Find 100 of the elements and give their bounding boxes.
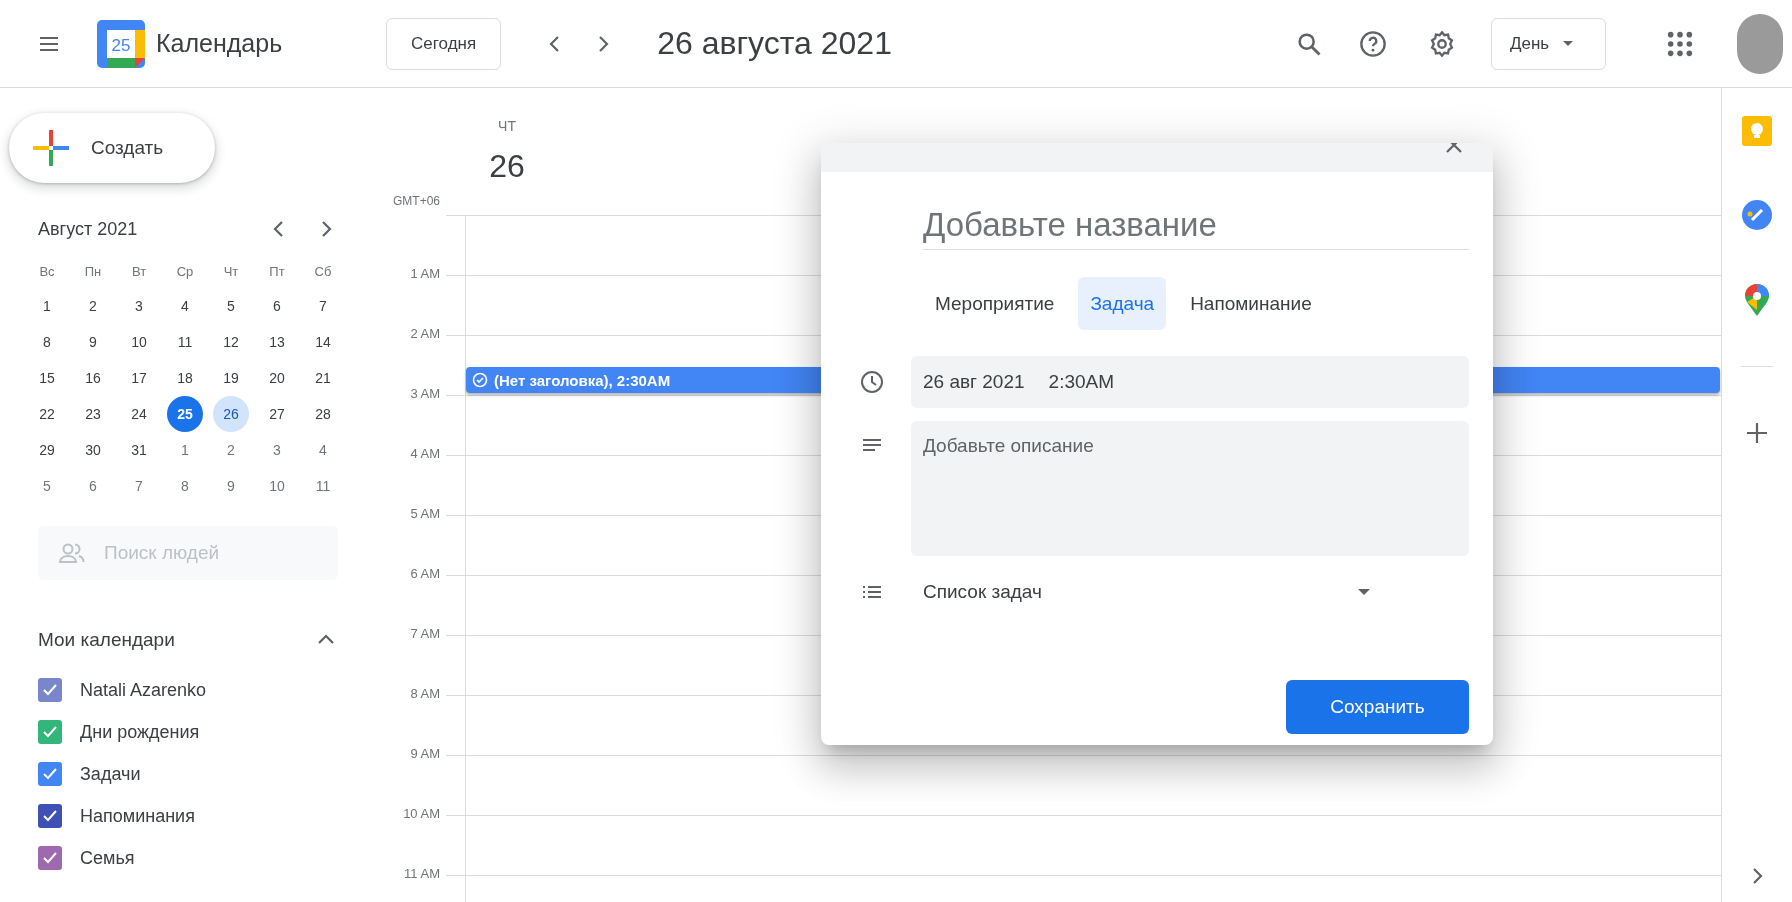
- calendar-day[interactable]: 2: [75, 288, 111, 324]
- time-value[interactable]: 2:30AM: [1048, 371, 1115, 393]
- save-button[interactable]: Сохранить: [1286, 680, 1469, 734]
- calendar-day[interactable]: 2: [213, 432, 249, 468]
- calendar-day[interactable]: 21: [305, 360, 341, 396]
- timezone-label: GMT+06: [393, 194, 440, 208]
- task-check-icon[interactable]: [1742, 200, 1772, 230]
- calendar-day[interactable]: 1: [29, 288, 65, 324]
- weekday-label: Чт: [223, 263, 239, 279]
- calendar-day[interactable]: 22: [29, 396, 65, 432]
- weekday-label: Вс: [39, 263, 55, 279]
- calendar-day[interactable]: 10: [121, 324, 157, 360]
- calendar-name: Дни рождения: [80, 721, 200, 743]
- calendar-day[interactable]: 7: [305, 288, 341, 324]
- calendar-day[interactable]: 27: [259, 396, 295, 432]
- weekday-label: Пн: [84, 263, 102, 279]
- calendar-day[interactable]: 6: [259, 288, 295, 324]
- calendar-day[interactable]: 5: [213, 288, 249, 324]
- calendar-day[interactable]: 24: [121, 396, 157, 432]
- calendar-checkbox[interactable]: [38, 720, 62, 744]
- hour-label: 10 AM: [403, 806, 440, 821]
- calendar-day[interactable]: 3: [121, 288, 157, 324]
- day-number[interactable]: 26: [489, 148, 525, 185]
- calendar-day[interactable]: 1: [167, 432, 203, 468]
- map-pin-icon[interactable]: [1744, 284, 1770, 316]
- hour-label: 5 AM: [410, 506, 440, 521]
- task-list-select[interactable]: Список задач: [923, 581, 1358, 603]
- calendar-day[interactable]: 3: [259, 432, 295, 468]
- hour-label: 4 AM: [410, 446, 440, 461]
- section-title: Мои календари: [38, 629, 176, 651]
- clock-icon: [860, 370, 884, 394]
- calendar-name: Natali Azarenko: [80, 679, 207, 701]
- add-icon[interactable]: [1746, 422, 1768, 444]
- calendar-day[interactable]: 7: [121, 468, 157, 504]
- calendar-day[interactable]: 8: [167, 468, 203, 504]
- calendar-day[interactable]: 23: [75, 396, 111, 432]
- calendar-day[interactable]: 20: [259, 360, 295, 396]
- hour-label: 9 AM: [410, 746, 440, 761]
- calendar-day[interactable]: 29: [29, 432, 65, 468]
- avatar[interactable]: [1737, 13, 1783, 74]
- calendar-checkbox[interactable]: [38, 804, 62, 828]
- calendar-day[interactable]: 5: [29, 468, 65, 504]
- weekday-label: Пт: [269, 263, 285, 279]
- calendar-day[interactable]: 28: [305, 396, 341, 432]
- type-tab[interactable]: Задача: [1078, 277, 1167, 330]
- calendar-day[interactable]: 4: [167, 288, 203, 324]
- calendar-name: Семья: [80, 847, 135, 869]
- task-check-icon: [472, 372, 488, 388]
- date-value[interactable]: 26 авг 2021: [923, 371, 1025, 393]
- plus-icon: [33, 130, 69, 166]
- calendar-day[interactable]: 4: [305, 432, 341, 468]
- type-tab[interactable]: Напоминание: [1178, 277, 1324, 330]
- today-button[interactable]: Сегодня: [386, 17, 502, 70]
- calendar-day[interactable]: 14: [305, 324, 341, 360]
- hour-label: 2 AM: [410, 326, 440, 341]
- calendar-day[interactable]: 13: [259, 324, 295, 360]
- hour-label: 6 AM: [410, 566, 440, 581]
- dropdown-caret-icon[interactable]: [1358, 589, 1370, 595]
- calendar-day[interactable]: 9: [213, 468, 249, 504]
- view-select[interactable]: День: [1491, 17, 1606, 70]
- apps-grid-icon[interactable]: [1666, 29, 1694, 58]
- create-button[interactable]: Создать: [9, 113, 215, 183]
- hour-label: 11 AM: [404, 866, 440, 881]
- hour-label: 8 AM: [410, 686, 440, 701]
- people-search-placeholder: Поиск людей: [104, 542, 220, 564]
- event-title: (Нет заголовка), 2:30AM: [494, 371, 671, 389]
- calendar-day[interactable]: 11: [305, 468, 341, 504]
- calendar-day[interactable]: 25: [167, 396, 203, 432]
- calendar-name: Задачи: [80, 763, 141, 785]
- calendar-day[interactable]: 8: [29, 324, 65, 360]
- calendar-day[interactable]: 9: [75, 324, 111, 360]
- calendar-day[interactable]: 16: [75, 360, 111, 396]
- calendar-checkbox[interactable]: [38, 678, 62, 702]
- calendar-day[interactable]: 15: [29, 360, 65, 396]
- calendar-name: Напоминания: [80, 805, 195, 827]
- weekday-label: Вт: [131, 263, 147, 279]
- date-time-field[interactable]: 26 авг 2021 2:30AM: [911, 356, 1469, 408]
- calendar-checkbox[interactable]: [38, 846, 62, 870]
- app-name: Календарь: [156, 29, 283, 58]
- settings-icon[interactable]: [1428, 29, 1456, 58]
- weekday-label: ЧТ: [498, 118, 516, 134]
- calendar-day[interactable]: 31: [121, 432, 157, 468]
- calendar-day[interactable]: 11: [167, 324, 203, 360]
- hour-label: 7 AM: [410, 626, 440, 641]
- calendar-day[interactable]: 30: [75, 432, 111, 468]
- caret-icon: [1563, 41, 1574, 46]
- description-field[interactable]: Добавьте описание: [911, 421, 1469, 556]
- title-input-field[interactable]: Добавьте название: [923, 200, 1469, 250]
- hour-label: 1 AM: [410, 266, 440, 281]
- calendar-day[interactable]: 19: [213, 360, 249, 396]
- people-icon: [58, 541, 86, 565]
- help-icon[interactable]: [1359, 29, 1387, 58]
- calendar-day[interactable]: 6: [75, 468, 111, 504]
- calendar-day[interactable]: 26: [213, 396, 249, 432]
- calendar-day[interactable]: 10: [259, 468, 295, 504]
- calendar-day[interactable]: 18: [167, 360, 203, 396]
- calendar-day[interactable]: 17: [121, 360, 157, 396]
- calendar-day[interactable]: 12: [213, 324, 249, 360]
- type-tab[interactable]: Мероприятие: [923, 277, 1067, 330]
- calendar-checkbox[interactable]: [38, 762, 62, 786]
